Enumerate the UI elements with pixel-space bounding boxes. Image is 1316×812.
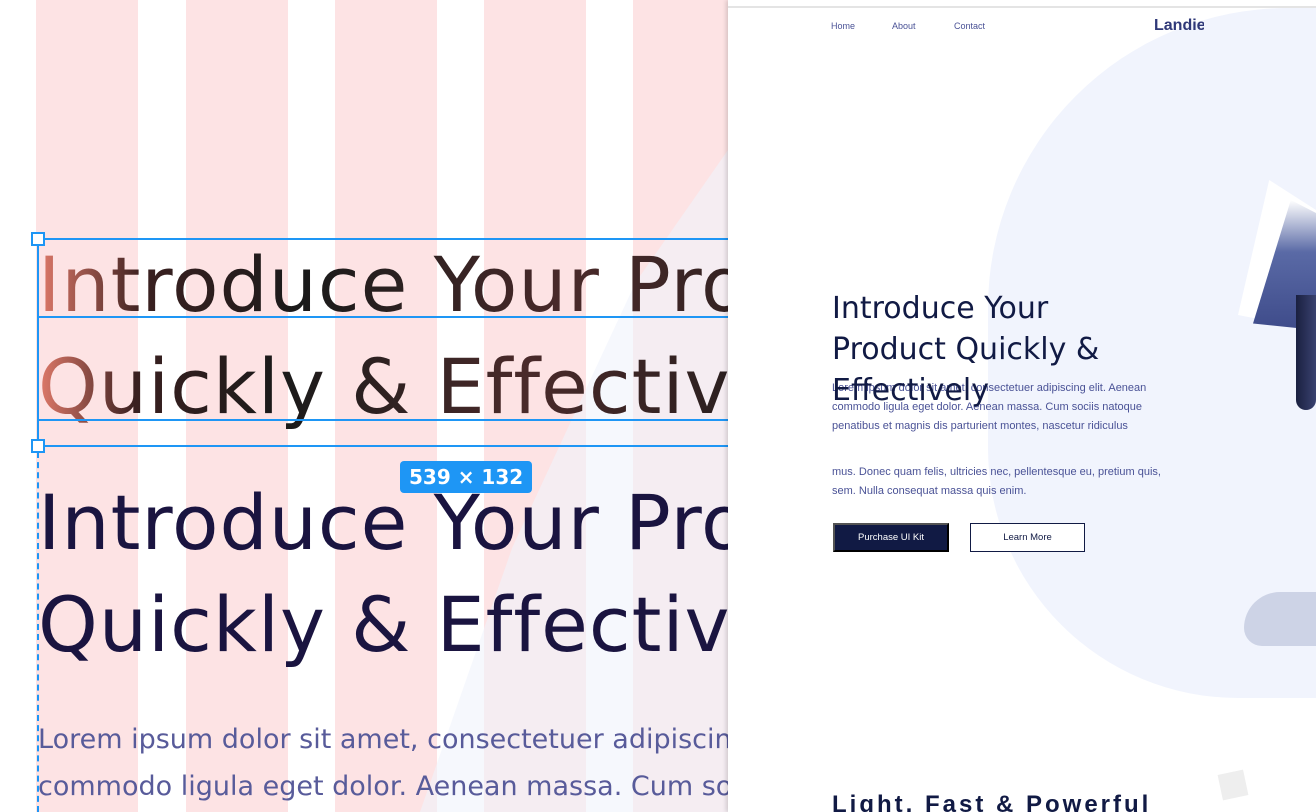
body-text-line2[interactable]: commodo ligula eget dolor. Aenean massa.… <box>38 771 728 803</box>
design-canvas[interactable]: Introduce Your Product Quickly & Effecti… <box>0 0 728 812</box>
nav-about[interactable]: About <box>892 21 916 31</box>
logo[interactable]: Landie <box>1154 17 1204 35</box>
divider <box>728 6 1316 8</box>
heading-line1[interactable]: Introduce Your Product <box>38 478 728 568</box>
resize-handle-top-left[interactable] <box>31 232 45 246</box>
learn-more-button[interactable]: Learn More <box>970 523 1085 552</box>
body-text-line1[interactable]: Lorem ipsum dolor sit amet, consectetuer… <box>38 724 728 756</box>
heading-line2[interactable]: Quickly & Effectively <box>38 580 728 670</box>
hero-heading: Introduce Your Product Quickly & Effecti… <box>832 291 1100 408</box>
hero-paragraph-2: mus. Donec quam felis, ultricies nec, pe… <box>832 466 1161 497</box>
selection-box[interactable] <box>37 238 728 447</box>
dropper-illustration <box>1296 295 1316 410</box>
decorative-square <box>1217 769 1249 801</box>
section-heading: Light, Fast & Powerful <box>832 791 1152 812</box>
nav-contact[interactable]: Contact <box>954 21 985 31</box>
selection-baseline <box>37 419 728 421</box>
resize-handle-bottom-left[interactable] <box>31 439 45 453</box>
purchase-button[interactable]: Purchase UI Kit <box>833 523 949 552</box>
nav-home[interactable]: Home <box>831 21 855 31</box>
page-preview: Home About Contact Landie Lorem ipsum do… <box>728 0 1316 812</box>
selection-baseline <box>37 316 728 318</box>
